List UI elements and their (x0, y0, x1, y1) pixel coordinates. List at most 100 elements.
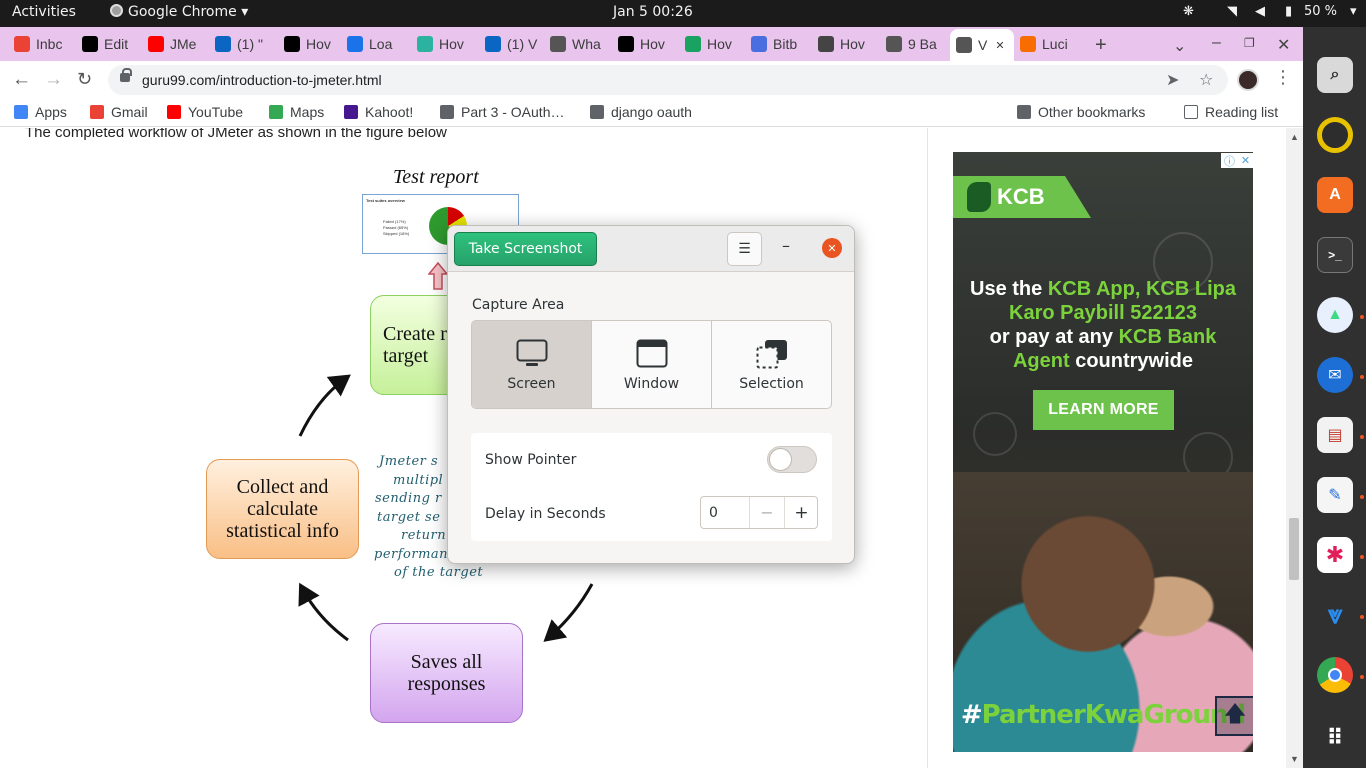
ad-close-icon[interactable]: ✕ (1241, 154, 1250, 167)
browser-tab[interactable]: Hov (685, 32, 741, 56)
bookmark-item[interactable]: Gmail (90, 104, 148, 120)
url-text[interactable]: guru99.com/introduction-to-jmeter.html (142, 72, 382, 88)
app-menu[interactable]: Google Chrome ▾ (110, 4, 248, 20)
browser-tab[interactable]: Hov (284, 32, 334, 56)
android-studio-icon[interactable]: ▲ (1317, 297, 1353, 333)
bookmark-star-icon[interactable]: ☆ (1199, 70, 1213, 90)
ad-info-icon[interactable]: ⓘ (1224, 153, 1235, 169)
bookmark-item[interactable]: Maps (269, 104, 324, 120)
bookmark-item[interactable]: Apps (14, 104, 67, 120)
vscode-icon[interactable]: ⩔ (1317, 597, 1353, 633)
send-tab-icon[interactable]: ➤ (1166, 70, 1179, 90)
minimize-icon: – (782, 236, 790, 255)
text-editor-icon[interactable]: ✎ (1317, 477, 1353, 513)
browser-tab[interactable]: Edit (82, 32, 138, 56)
network-icon[interactable]: ❋ (1183, 4, 1194, 19)
doc-icon (751, 36, 767, 52)
scroll-up-arrow-icon[interactable]: ▲ (1290, 132, 1299, 142)
address-bar[interactable]: guru99.com/introduction-to-jmeter.html ➤… (108, 65, 1228, 95)
browser-tab[interactable]: Hov (618, 32, 674, 56)
browser-toolbar: ← → ↻ guru99.com/introduction-to-jmeter.… (0, 61, 1303, 99)
browser-tab[interactable]: V ✕ (950, 29, 1014, 61)
arrow-up-icon: 🡅 (1223, 701, 1247, 726)
bookmark-item[interactable]: YouTube (167, 104, 243, 120)
options-panel: Show Pointer Delay in Seconds 0 − + (471, 433, 832, 541)
thunderbird-icon[interactable]: ✉ (1317, 357, 1353, 393)
chrome-icon (110, 4, 123, 17)
chrome-icon[interactable] (1317, 657, 1353, 693)
clock[interactable]: Jan 5 00:26 (613, 4, 693, 20)
forward-button[interactable]: → (44, 69, 63, 91)
bookmark-item[interactable]: Kahoot! (344, 104, 413, 120)
software-center-icon[interactable]: A (1317, 177, 1353, 213)
maximize-window-button[interactable]: ❐ (1244, 36, 1255, 50)
bookmark-item[interactable]: django oauth (590, 104, 692, 120)
browser-tab[interactable]: Wha (550, 32, 606, 56)
menu-button[interactable]: ☰ (727, 232, 762, 266)
back-button[interactable]: ← (12, 69, 31, 91)
slack-icon[interactable]: ✱ (1317, 537, 1353, 573)
profile-avatar[interactable] (1237, 69, 1259, 91)
monitor-icon (516, 339, 547, 366)
scroll-down-arrow-icon[interactable]: ▼ (1290, 754, 1299, 764)
browser-tab[interactable]: Loa (347, 32, 403, 56)
browser-tab[interactable]: Bitb (751, 32, 807, 56)
battery-icon[interactable]: ▮ (1285, 4, 1292, 19)
search-icon[interactable]: ⌕ (1317, 57, 1353, 93)
terminal-icon[interactable]: >_ (1317, 237, 1353, 273)
new-tab-button[interactable]: + (1095, 34, 1107, 57)
browser-tab[interactable]: 9 Ba (886, 32, 938, 56)
reload-button[interactable]: ↻ (77, 69, 92, 90)
battery-percent[interactable]: 50 % (1304, 4, 1337, 19)
delay-value[interactable]: 0 (709, 505, 718, 521)
increase-delay-button[interactable]: + (784, 497, 818, 528)
browser-tab[interactable]: Inbc (14, 32, 70, 56)
close-tab-icon[interactable]: ✕ (995, 39, 1004, 52)
capture-screen-label: Screen (507, 376, 556, 392)
browser-tab[interactable]: (1) " (215, 32, 273, 56)
capture-screen-button[interactable]: Screen (472, 321, 592, 408)
running-indicator (1360, 495, 1364, 499)
scrollbar-thumb[interactable] (1289, 518, 1299, 580)
advertisement[interactable]: KCB Use the KCB App, KCB Lipa Karo Paybi… (953, 152, 1253, 752)
capture-window-button[interactable]: Window (592, 321, 712, 408)
rhythmbox-icon[interactable] (1317, 117, 1353, 153)
volume-icon[interactable]: ◀ (1255, 4, 1265, 19)
minimize-window-button[interactable]: – (1212, 34, 1221, 52)
capture-selection-button[interactable]: Selection (712, 321, 831, 408)
kahoot-icon (344, 105, 358, 119)
running-indicator (1360, 555, 1364, 559)
browser-tab[interactable]: Hov (818, 32, 874, 56)
activities-button[interactable]: Activities (12, 4, 76, 20)
take-screenshot-button[interactable]: Take Screenshot (454, 232, 597, 266)
minimize-button[interactable]: – (782, 236, 790, 255)
learn-more-button[interactable]: LEARN MORE (1033, 390, 1174, 430)
bookmark-item[interactable]: Part 3 - OAuth… (440, 104, 564, 120)
tab-search-icon[interactable]: ⌄ (1173, 36, 1186, 56)
ad-choices[interactable]: ⓘ ✕ (1221, 153, 1253, 168)
document-viewer-icon[interactable]: ▤ (1317, 417, 1353, 453)
browser-tab[interactable]: JMe (148, 32, 204, 56)
wifi-icon[interactable]: ◥ (1227, 4, 1237, 19)
delay-label: Delay in Seconds (485, 506, 606, 522)
system-menu-caret-icon[interactable]: ▾ (1350, 4, 1357, 19)
tab-label: (1) V (507, 36, 538, 52)
reading-list[interactable]: Reading list (1184, 104, 1278, 120)
browser-tab[interactable]: Hov (417, 32, 473, 56)
chrome-menu-icon[interactable]: ⋮ (1274, 67, 1292, 88)
scroll-to-top-button[interactable]: 🡅 (1215, 696, 1253, 736)
close-window-button[interactable]: ✕ (1277, 35, 1290, 55)
browser-tab[interactable]: (1) V (485, 32, 541, 56)
capture-area-label: Capture Area (472, 297, 565, 313)
close-button[interactable]: ✕ (822, 238, 842, 258)
show-apps-icon[interactable]: ⠿ (1317, 720, 1353, 756)
decrease-delay-button[interactable]: − (749, 497, 784, 528)
bookmark-label: django oauth (611, 104, 692, 120)
medium-icon (284, 36, 300, 52)
browser-tab[interactable]: Luci (1020, 32, 1076, 56)
linkedin-icon (215, 36, 231, 52)
page-scrollbar[interactable]: ▲ ▼ (1286, 128, 1303, 768)
show-pointer-toggle[interactable] (767, 446, 817, 473)
other-bookmarks[interactable]: Other bookmarks (1017, 104, 1145, 120)
delay-spinbutton[interactable]: 0 − + (700, 496, 818, 529)
